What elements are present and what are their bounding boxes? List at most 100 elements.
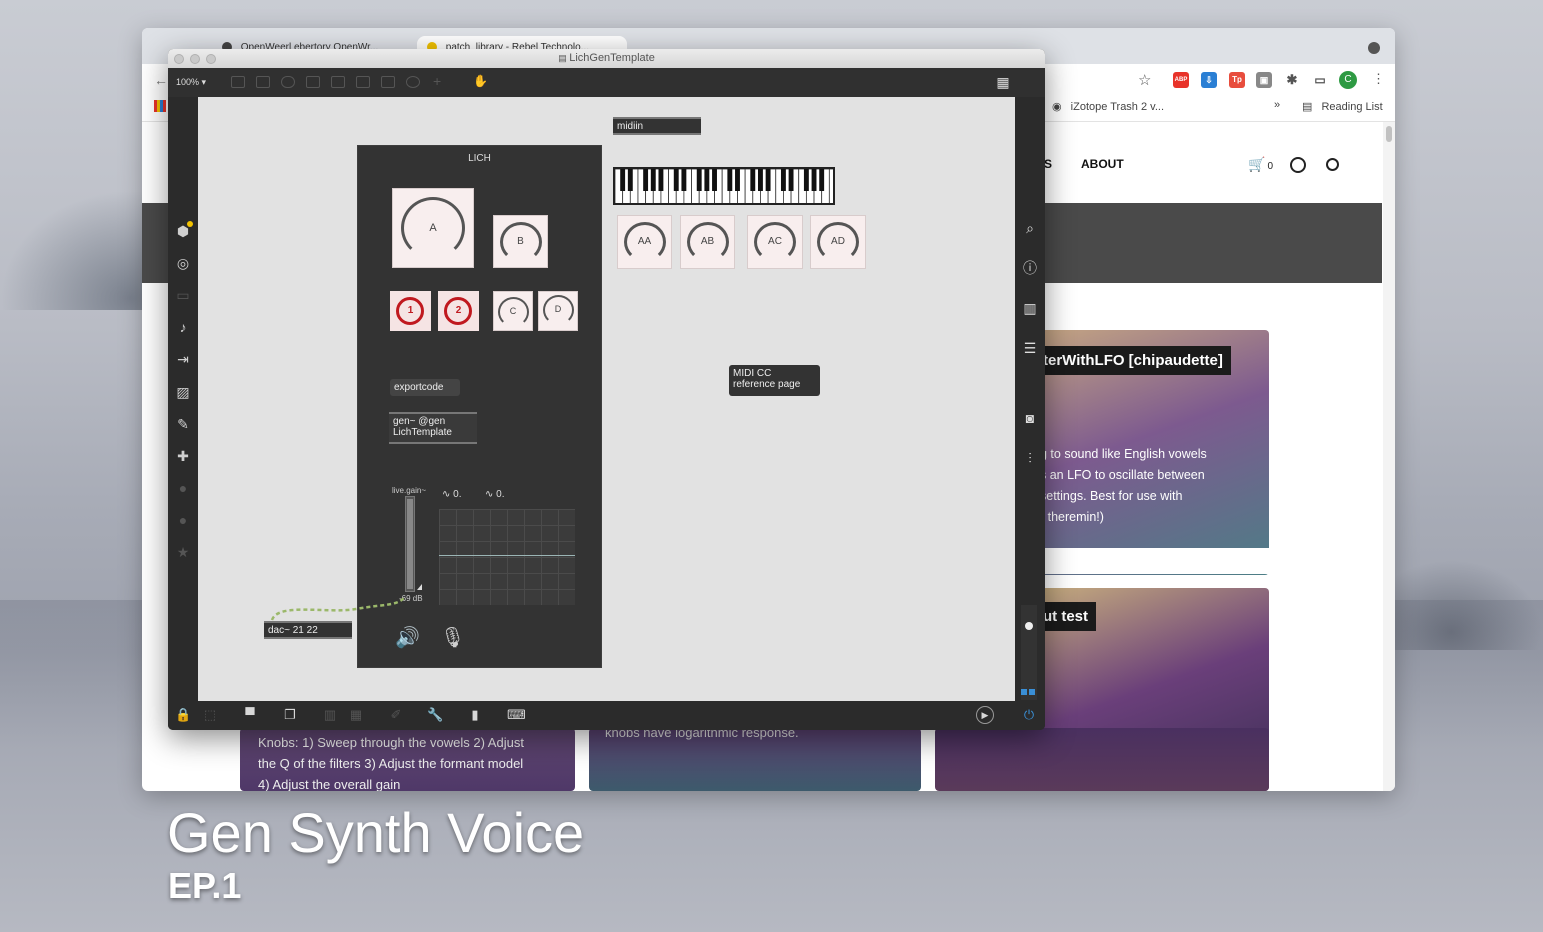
black-key[interactable] [673, 169, 679, 191]
kslider-keyboard[interactable] [613, 167, 835, 205]
bookmark-izotope[interactable]: ◉ iZotope Trash 2 v... [1052, 100, 1164, 113]
dial-ac[interactable]: AC [747, 215, 803, 269]
speaker-icon[interactable]: 🔊 [395, 625, 420, 650]
black-key[interactable] [765, 169, 771, 191]
mixer-icon[interactable]: ⫶ [1022, 450, 1038, 466]
profile-avatar[interactable]: C [1339, 71, 1357, 89]
presentation-mode-icon[interactable]: ▀ [242, 707, 258, 723]
dial-b[interactable]: B [493, 215, 548, 268]
plugin-icon[interactable]: ✚ [175, 448, 191, 464]
black-key[interactable] [788, 169, 794, 191]
sequence-icon[interactable]: ⇥ [175, 351, 191, 367]
black-key[interactable] [620, 169, 626, 191]
play-icon[interactable]: ▶ [976, 706, 994, 724]
black-key[interactable] [727, 169, 733, 191]
microphone-icon[interactable]: 🎙 [440, 625, 465, 650]
image-icon[interactable]: ▨ [175, 384, 191, 400]
black-key[interactable] [704, 169, 710, 191]
output-level-knob[interactable] [1025, 622, 1033, 630]
target-icon[interactable]: ◎ [175, 255, 191, 271]
site-nav-about[interactable]: ABOUT [1081, 157, 1124, 171]
black-key[interactable] [811, 169, 817, 191]
bookmark-star-icon[interactable]: ☆ [1138, 71, 1151, 89]
dial-ad[interactable]: AD [810, 215, 866, 269]
keyboard-keys[interactable] [615, 169, 835, 205]
keyboard-icon[interactable]: ⌨ [507, 707, 526, 723]
account-icon[interactable] [1290, 157, 1306, 173]
page-scrollbar[interactable] [1383, 122, 1395, 791]
toolbar-dial-icon[interactable] [406, 76, 420, 88]
black-key[interactable] [712, 169, 717, 191]
button-2[interactable]: 2 [438, 291, 479, 331]
cast-icon[interactable]: ▭ [1312, 72, 1328, 88]
toolbar-message-icon[interactable] [256, 76, 270, 88]
exportcode-message[interactable]: exportcode [390, 379, 460, 396]
black-key[interactable] [650, 169, 656, 191]
black-key[interactable] [819, 169, 825, 191]
toolbar-number-icon[interactable] [356, 76, 370, 88]
black-key[interactable] [735, 169, 740, 191]
patch-card[interactable] [935, 728, 1269, 791]
black-key[interactable] [803, 169, 809, 191]
toolbar-button-icon[interactable] [331, 76, 345, 88]
music-note-icon[interactable]: ♪ [175, 319, 191, 335]
toolbar-comment-icon[interactable] [281, 76, 295, 88]
dial-aa[interactable]: AA [617, 215, 672, 269]
paperclip-icon[interactable]: ✎ [175, 416, 191, 432]
black-key[interactable] [757, 169, 763, 191]
book-icon[interactable]: ▥ [1022, 300, 1038, 316]
dial-c[interactable]: C [493, 291, 533, 331]
toolbar-slider-icon[interactable] [381, 76, 395, 88]
button-1[interactable]: 1 [390, 291, 431, 331]
audio-power-icon[interactable]: ⏻ [1021, 707, 1037, 723]
site-nav-partial[interactable]: S [1044, 157, 1052, 171]
dial-a[interactable]: A [392, 188, 474, 268]
search-icon[interactable]: ⌕ [1022, 220, 1038, 236]
dial-ab[interactable]: AB [680, 215, 735, 269]
black-key[interactable] [780, 169, 786, 191]
gain-slider-handle-icon[interactable] [417, 584, 422, 590]
cart-icon[interactable]: 🛒 0 [1248, 156, 1273, 173]
black-key[interactable] [681, 169, 687, 191]
extension-icon[interactable]: ▣ [1256, 72, 1272, 88]
white-key[interactable] [828, 169, 835, 205]
page-scrollbar-thumb[interactable] [1386, 126, 1392, 142]
tp-extension-icon[interactable]: Tp [1229, 72, 1245, 88]
zoom-menu[interactable]: 100% ▾ [176, 77, 206, 88]
scope-display[interactable] [439, 509, 575, 605]
patch-cord[interactable] [268, 594, 408, 624]
wrench-icon[interactable]: 🔧 [427, 707, 443, 723]
info-icon[interactable]: ⓘ [1022, 260, 1038, 276]
toolbar-hand-icon[interactable]: ✋ [473, 74, 488, 88]
midi-cc-reference-link[interactable]: MIDI CC reference page [729, 365, 820, 396]
output-level-meter[interactable] [1021, 605, 1037, 700]
camera-icon[interactable]: ◙ [1022, 410, 1038, 426]
toolbar-add-icon[interactable]: + [433, 73, 441, 89]
black-key[interactable] [643, 169, 649, 191]
toolbar-toggle-icon[interactable] [306, 76, 320, 88]
browser-menu-dot-icon[interactable] [1368, 42, 1380, 54]
grid-view-icon[interactable]: ▦ [994, 74, 1012, 90]
windows-icon[interactable]: ❐ [282, 707, 298, 723]
black-key[interactable] [627, 169, 633, 191]
back-arrow-icon[interactable]: ← [154, 72, 168, 88]
patch-cord-path[interactable] [270, 597, 405, 621]
reading-list[interactable]: ▤ Reading List [1302, 100, 1383, 113]
midiin-object[interactable]: midiin [613, 117, 701, 135]
number-box-1[interactable]: ∿ 0. [442, 489, 462, 500]
piano-icon[interactable]: ▮ [467, 707, 483, 723]
black-key[interactable] [658, 169, 664, 191]
toolbar-object-icon[interactable] [231, 76, 245, 88]
card-title[interactable]: terWithLFO [chipaudette] [1035, 346, 1231, 375]
search-icon[interactable] [1326, 158, 1339, 171]
number-box-2[interactable]: ∿ 0. [485, 489, 505, 500]
gen-object[interactable]: gen~ @gen LichTemplate [389, 412, 477, 444]
puzzle-extensions-icon[interactable]: ✱ [1284, 72, 1300, 88]
browser-more-icon[interactable]: ⋮ [1372, 71, 1385, 87]
download-extension-icon[interactable]: ⇩ [1201, 72, 1217, 88]
list-icon[interactable]: ☰ [1022, 340, 1038, 356]
lock-icon[interactable]: 🔒 [175, 707, 191, 723]
dial-d[interactable]: D [538, 291, 578, 331]
apps-grid-icon[interactable] [154, 100, 166, 112]
black-key[interactable] [750, 169, 756, 191]
